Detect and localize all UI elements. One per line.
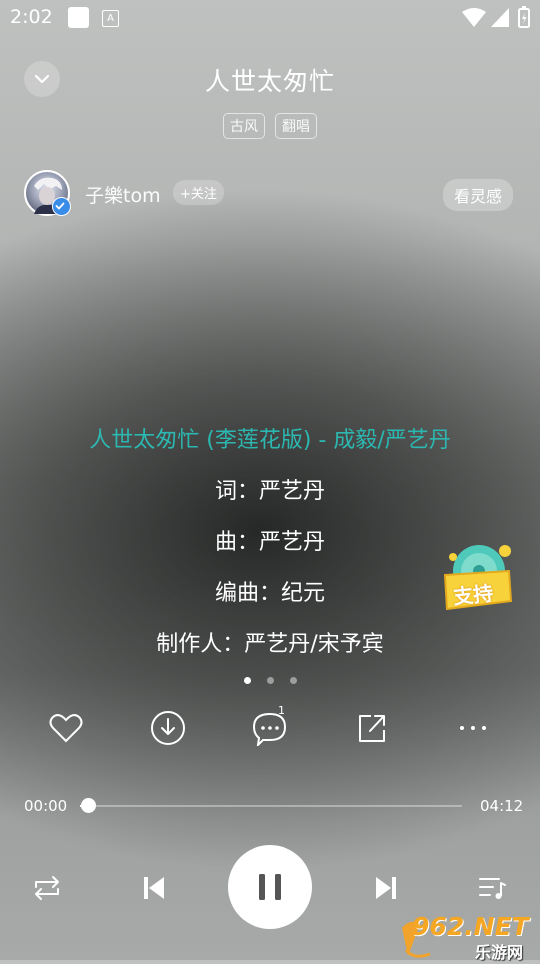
watermark-subtext: 乐游网: [475, 943, 524, 962]
notification-icon: [68, 7, 89, 28]
song-tags: 古风 翻唱: [0, 113, 540, 139]
more-button[interactable]: [453, 708, 493, 748]
song-title: 人世太匆忙: [204, 67, 335, 96]
lyric-line-title: 人世太匆忙 (李莲花版) - 成毅/严艺丹: [89, 428, 451, 453]
tag-cover[interactable]: 翻唱: [275, 113, 317, 139]
support-label: 支持: [452, 580, 495, 610]
heart-icon: [49, 714, 83, 743]
watermark-text: 962.NET: [412, 912, 529, 941]
current-time: 00:00: [24, 797, 68, 815]
play-pause-button[interactable]: [228, 845, 312, 929]
follow-button[interactable]: +关注: [173, 180, 224, 205]
page-dot[interactable]: [289, 677, 297, 684]
signal-icon: [491, 8, 509, 27]
total-time: 04:12: [480, 797, 524, 815]
inspiration-button[interactable]: 看灵感: [443, 179, 514, 211]
page-indicator: [0, 677, 540, 684]
share-icon: [359, 715, 385, 742]
action-bar: 1: [0, 704, 540, 748]
comment-count: 1: [278, 704, 285, 717]
playlist-button[interactable]: [472, 868, 512, 908]
text-notification-icon: A: [102, 10, 119, 27]
more-icon: [460, 726, 486, 730]
page-dot[interactable]: [266, 677, 274, 684]
page-dot[interactable]: [243, 677, 251, 684]
battery-icon: [518, 6, 530, 28]
repeat-mode-button[interactable]: [26, 868, 68, 908]
previous-icon: [144, 877, 164, 899]
pause-icon: [259, 874, 281, 900]
status-bar: 2:02 A: [0, 0, 540, 36]
download-icon: [151, 711, 185, 745]
next-button[interactable]: [366, 868, 406, 908]
verified-badge-icon: [52, 197, 71, 216]
repeat-icon: [35, 876, 59, 900]
playlist-icon: [479, 878, 506, 899]
previous-button[interactable]: [134, 868, 174, 908]
share-button[interactable]: [352, 708, 392, 748]
watermark-logo: 962.NET 乐游网: [400, 910, 540, 962]
support-badge[interactable]: 支持: [441, 541, 515, 613]
next-icon: [376, 877, 396, 899]
progress-handle[interactable]: [81, 798, 96, 813]
progress-track[interactable]: [80, 805, 462, 807]
like-button[interactable]: [46, 708, 86, 748]
lyric-line-lyricist: 词：严艺丹: [214, 479, 325, 504]
lyric-line-producer: 制作人：严艺丹/宋予宾: [156, 632, 384, 657]
tag-style[interactable]: 古风: [223, 113, 265, 139]
comment-button[interactable]: 1: [250, 704, 290, 748]
wifi-icon: [462, 8, 486, 27]
artist-name[interactable]: 子樂tom: [85, 181, 161, 208]
download-button[interactable]: [148, 708, 188, 748]
status-time: 2:02: [10, 6, 53, 28]
